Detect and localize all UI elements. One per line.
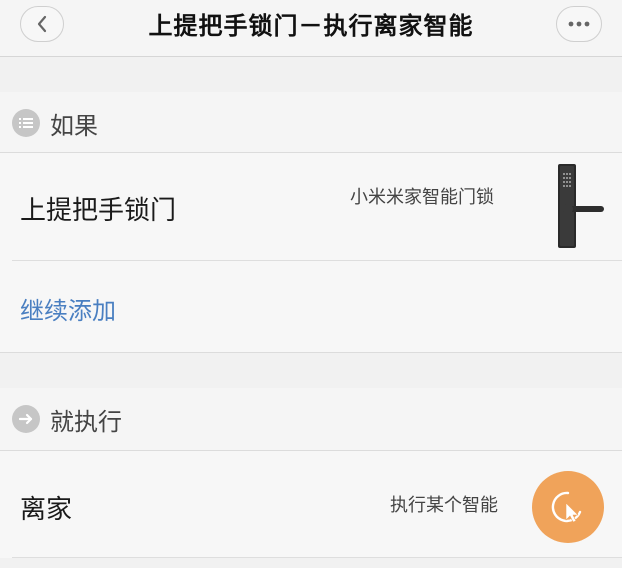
then-section-label: 就执行 [50, 407, 122, 436]
action-type: 执行某个智能 [390, 495, 498, 516]
more-button[interactable] [556, 6, 602, 42]
more-dots-icon [568, 21, 590, 27]
then-section-header: 就执行 [0, 388, 622, 450]
tap-gesture-icon [551, 491, 582, 523]
condition-row[interactable]: 上提把手锁门 小米米家智能门锁 [0, 153, 622, 261]
action-row[interactable]: 离家 执行某个智能 [0, 451, 622, 558]
smart-door-lock-image [558, 164, 604, 248]
arrow-right-icon [12, 405, 40, 433]
page-title: 上提把手锁门－执行离家智能 [148, 11, 474, 40]
condition-device: 小米米家智能门锁 [350, 187, 494, 208]
chevron-left-icon [37, 15, 47, 33]
top-bar: 上提把手锁门－执行离家智能 [0, 0, 622, 57]
if-section-header: 如果 [0, 92, 622, 154]
if-section-label: 如果 [50, 111, 98, 140]
add-condition-link[interactable]: 继续添加 [20, 291, 116, 326]
add-condition-row[interactable]: 继续添加 [0, 261, 622, 353]
back-button[interactable] [20, 6, 64, 42]
list-icon [12, 109, 40, 137]
action-icon-badge[interactable] [532, 471, 604, 543]
action-name: 离家 [20, 495, 73, 525]
condition-name: 上提把手锁门 [20, 196, 177, 226]
